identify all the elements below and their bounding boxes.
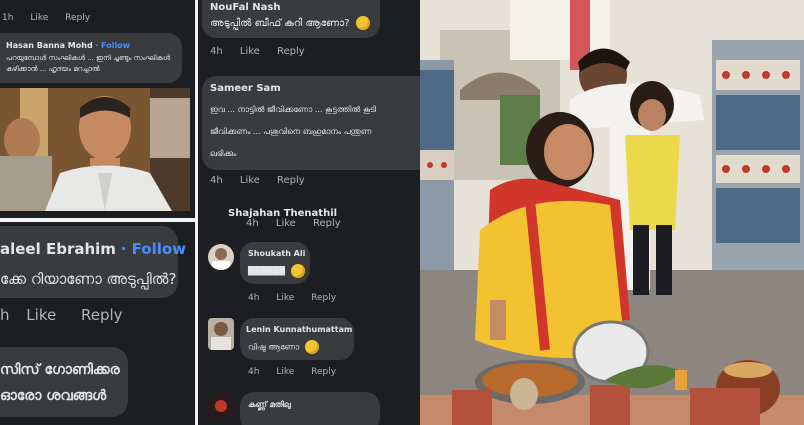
comment-text: ██████ (248, 264, 305, 278)
time-label: h (0, 306, 10, 324)
comment-text: സിസ് ഗോണിക്കര ഓരോ ശവങ്ങൾ (0, 362, 120, 404)
commenter-name[interactable]: Lenin Kunnathumattam (246, 325, 352, 334)
like-button[interactable]: Like (276, 218, 296, 229)
thinking-emoji-icon (355, 16, 370, 30)
comment-text: വിഷു ആണോ (248, 340, 320, 354)
comment-meta: 4h Like Reply (248, 367, 350, 377)
comment-meta: 4h Like Reply (210, 46, 319, 57)
follow-button[interactable]: · Follow (95, 41, 130, 50)
comment-meta: 4h Like Reply (248, 293, 350, 303)
time-label: 4h (246, 218, 259, 229)
time-label: 4h (210, 175, 223, 186)
time-label: 1h (2, 13, 14, 23)
like-button[interactable]: Like (26, 306, 56, 324)
comment-panel-bottom-mid: 4h Like Reply Shoukath Ali ██████ 4h Lik… (198, 218, 420, 425)
time-label: 4h (248, 293, 260, 303)
commenter-name[interactable]: Sameer Sam (210, 83, 281, 94)
comment-bubble: NouFal Nash അടുപ്പിൽ ബീഫ് കറി ആണോ? (202, 0, 380, 38)
commenter-name[interactable]: NouFal Nash (210, 2, 280, 13)
like-button[interactable]: Like (276, 367, 294, 377)
comment-bubble: Hasan Banna Mohd · Follow പറയുമ്പോൾ സംഘി… (0, 33, 182, 83)
comment-panel-bottom-left: aleel Ebrahim · Follow ക്കേ റിയാണോ അടുപ്… (0, 222, 195, 425)
comment-text: ക്കേ റിയാണോ അടുപ്പിൽ? (0, 270, 177, 288)
comment-meta: 1h Like Reply (2, 13, 104, 23)
comment-panel-top-mid: NouFal Nash അടുപ്പിൽ ബീഫ് കറി ആണോ? 4h Li… (198, 0, 420, 218)
time-label: 4h (210, 46, 223, 57)
follow-button[interactable]: · Follow (121, 240, 186, 258)
commenter-name[interactable]: Shoukath Ali (248, 249, 305, 258)
thinking-emoji-icon (290, 264, 305, 278)
like-button[interactable]: Like (30, 13, 48, 23)
comment-bubble: Lenin Kunnathumattam വിഷു ആണോ (240, 318, 354, 360)
comment-bubble: Shoukath Ali ██████ (240, 242, 310, 284)
meme-image (0, 88, 190, 211)
commenter-name-cutoff[interactable]: Shajahan Thenathil (228, 208, 337, 218)
comment-meta: 4h Like Reply (210, 175, 319, 186)
comment-text: ഇവ ... നാട്ടിൽ ജീവിക്കണോ ... കൂട്ടത്തിൽ … (210, 105, 377, 158)
reply-button[interactable]: Reply (311, 367, 336, 377)
comment-meta: 4h Like Reply (246, 218, 355, 229)
family-cooking-photo (420, 0, 804, 425)
time-label: 4h (248, 367, 260, 377)
reply-button[interactable]: Reply (277, 175, 305, 186)
commenter-name[interactable]: Hasan Banna Mohd (6, 41, 93, 50)
avatar[interactable] (208, 318, 234, 350)
comment-bubble: Sameer Sam ഇവ ... നാട്ടിൽ ജീവിക്കണോ ... … (202, 76, 420, 170)
comment-bubble: കണ്ണ് മതിലു (240, 392, 380, 425)
post-photo (420, 0, 804, 425)
like-button[interactable]: Like (276, 293, 294, 303)
comment-meta: h Like Reply (0, 306, 137, 324)
comment-text: അടുപ്പിൽ ബീഫ് കറി ആണോ? (210, 16, 370, 32)
comment-panel-top-left: 1h Like Reply Hasan Banna Mohd · Follow … (0, 0, 195, 218)
like-button[interactable]: Like (240, 46, 260, 57)
reply-button[interactable]: Reply (277, 46, 305, 57)
thinking-emoji-icon (305, 340, 320, 354)
like-button[interactable]: Like (240, 175, 260, 186)
reply-button[interactable]: Reply (81, 306, 123, 324)
commenter-name[interactable]: aleel Ebrahim (0, 240, 116, 258)
reply-button[interactable]: Reply (65, 13, 90, 23)
meme-illustration (0, 88, 190, 211)
comment-bubble: aleel Ebrahim · Follow ക്കേ റിയാണോ അടുപ്… (0, 226, 186, 298)
avatar[interactable] (208, 244, 234, 270)
reply-button[interactable]: Reply (313, 218, 341, 229)
commenter-name[interactable]: കണ്ണ് മതിലു (248, 400, 291, 410)
comment-text: പറയുമ്പോൾ സംഘികൾ ... ഇനി ചൂണ്ടും സംഘികൾ … (6, 54, 171, 73)
reply-button[interactable]: Reply (311, 293, 336, 303)
avatar[interactable] (208, 394, 234, 420)
comment-bubble: സിസ് ഗോണിക്കര ഓരോ ശവങ്ങൾ (0, 347, 128, 417)
